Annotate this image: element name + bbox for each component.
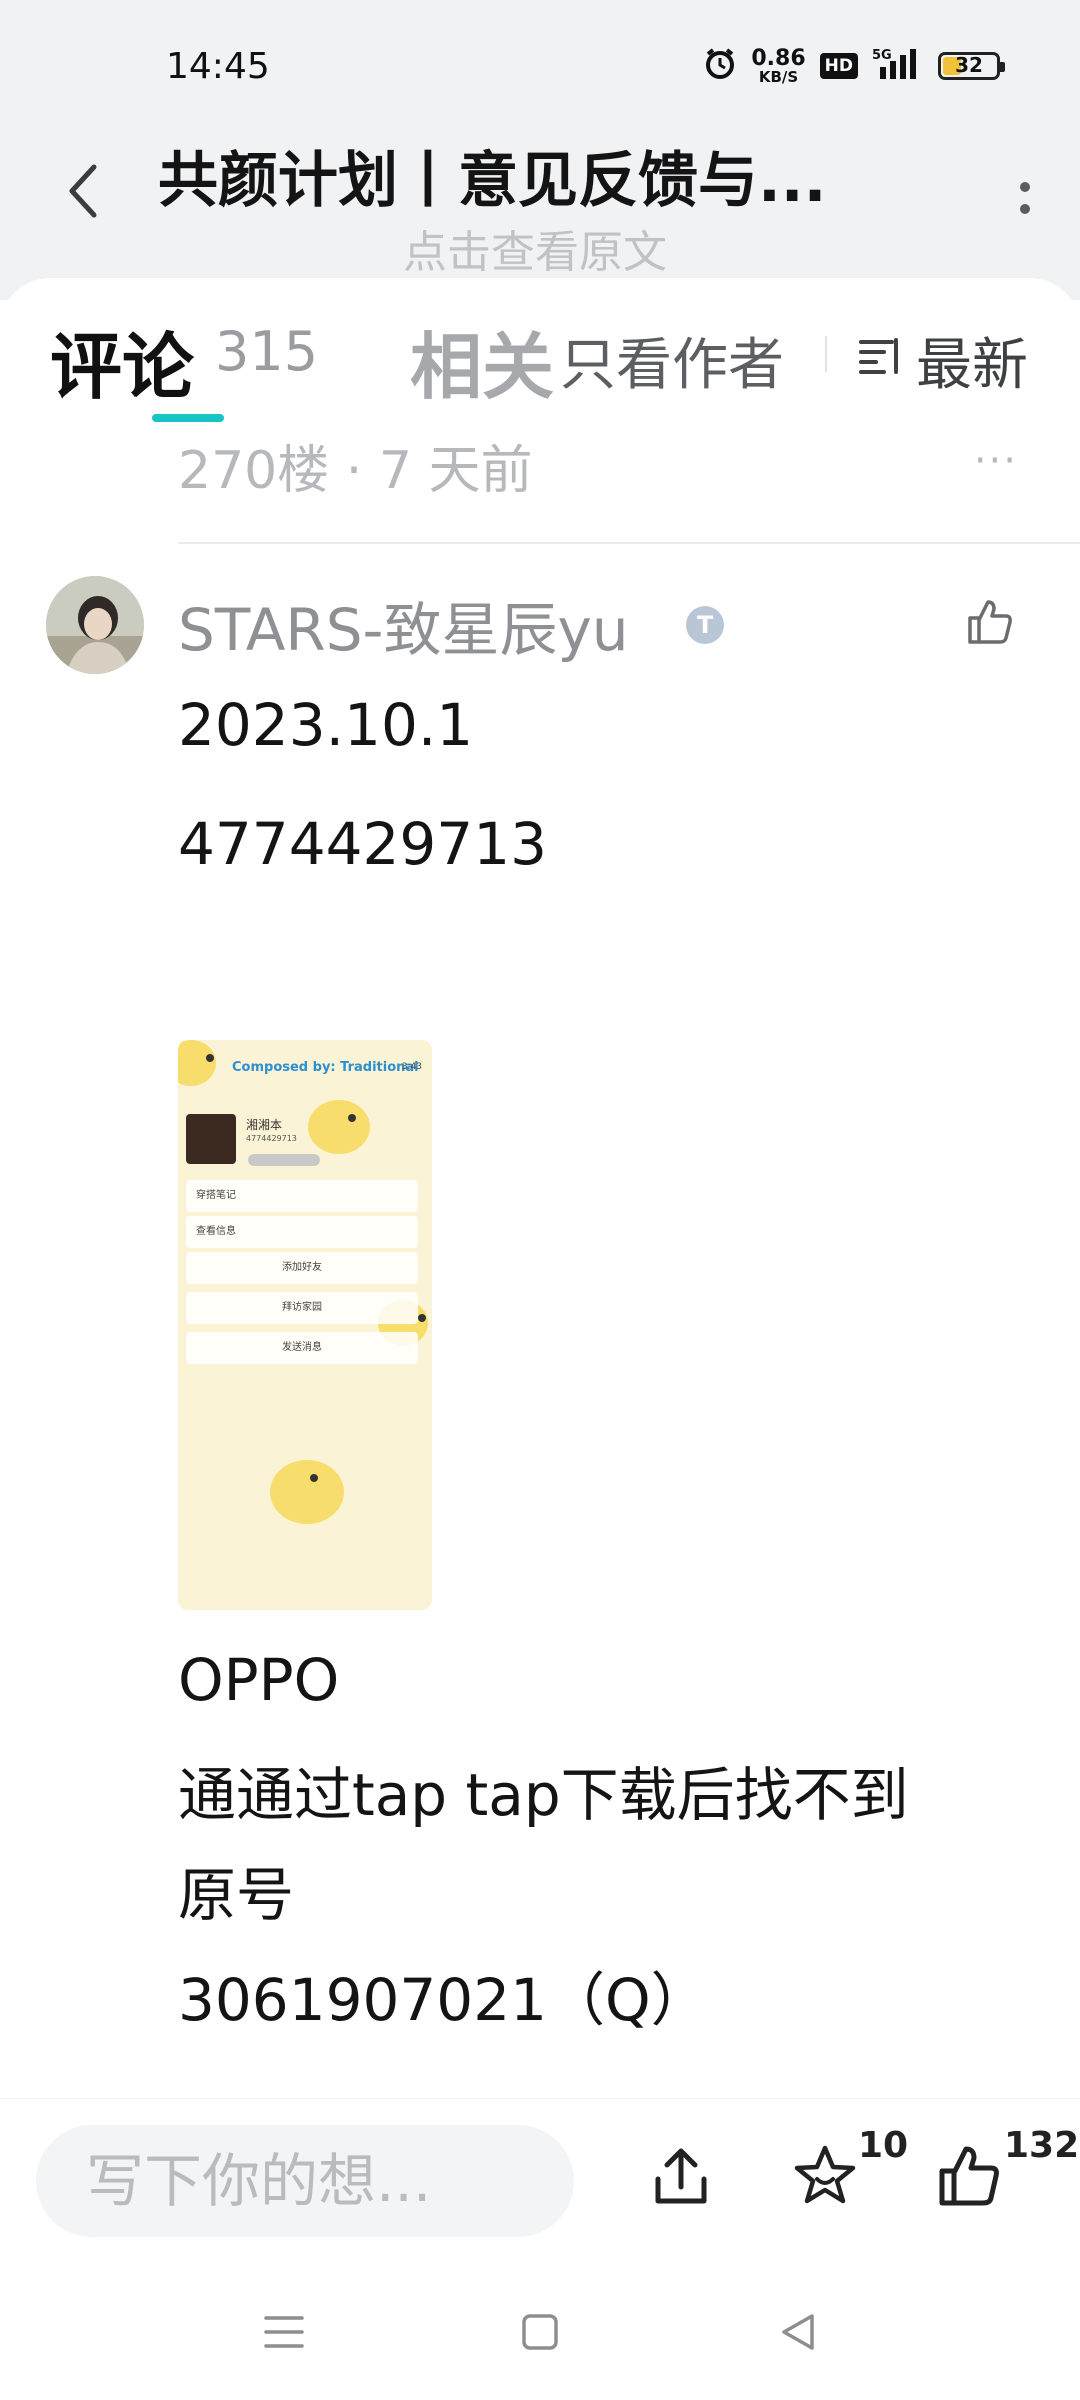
comment-like-button[interactable] — [966, 598, 1014, 650]
status-time: 14:45 — [166, 46, 270, 87]
image-row-3: 添加好友 — [186, 1252, 418, 1284]
author-only-filter[interactable]: 只看作者 — [560, 320, 784, 401]
comments-card: 评论 315 相关 只看作者 最新 270楼 · 7 天前 ··· STARS-… — [0, 278, 1080, 2098]
comment-text-device: OPPO — [178, 1646, 340, 1714]
sort-lines-icon[interactable] — [858, 336, 902, 380]
avatar[interactable] — [46, 576, 144, 674]
back-triangle-icon[interactable] — [778, 2312, 818, 2356]
image-row-5: 发送消息 — [186, 1332, 418, 1364]
user-level-badge: T — [686, 606, 724, 644]
comment-image[interactable]: Composed by: Traditional 3:43 湘湘本 477442… — [178, 1040, 432, 1610]
hd-badge: HD — [819, 53, 858, 79]
image-sub-text: 4774429713 — [246, 1134, 297, 1143]
net-speed-value: 0.86 — [751, 45, 806, 71]
thumbs-up-icon[interactable] — [936, 2143, 1002, 2213]
comment-tabs: 评论 315 相关 只看作者 最新 — [0, 278, 1080, 428]
floor-info: 270楼 · 7 天前 — [178, 441, 533, 501]
star-icon[interactable] — [792, 2143, 858, 2213]
alarm-icon — [703, 47, 737, 85]
bottom-action-bar: 10 132 — [0, 2098, 1080, 2249]
menu-icon[interactable] — [262, 2312, 306, 2356]
comment-input[interactable] — [36, 2125, 574, 2237]
svg-text:5G: 5G — [872, 48, 892, 63]
comment-more-button[interactable]: ··· — [974, 438, 1018, 484]
image-row-1: 穿搭笔记 — [186, 1180, 418, 1212]
page-title[interactable]: 共颜计划丨意见反馈与... — [158, 132, 878, 219]
top-nav: 共颜计划丨意见反馈与... 点击查看原文 — [0, 120, 1080, 278]
filter-divider — [825, 336, 827, 372]
more-button[interactable] — [1000, 168, 1050, 228]
status-bar: 14:45 0.86 KB/S HD 5G 32 — [0, 0, 1080, 130]
home-square-icon[interactable] — [520, 2312, 560, 2356]
comment-text-date: 2023.10.1 — [178, 691, 474, 759]
battery-icon: 32 — [938, 52, 1005, 80]
tab-related[interactable]: 相关 — [410, 308, 554, 413]
more-vertical-icon — [1020, 182, 1030, 214]
username[interactable]: STARS-致星辰yu — [178, 583, 629, 667]
sort-latest[interactable]: 最新 — [916, 320, 1028, 401]
network-speed: 0.86 KB/S — [751, 45, 806, 86]
image-time-text: 3:43 — [401, 1062, 422, 1072]
favorite-count: 10 — [858, 2125, 909, 2166]
comment-text-desc-2: 原号 — [178, 1861, 295, 1929]
battery-level: 32 — [955, 53, 983, 77]
image-pill — [248, 1154, 320, 1166]
active-tab-indicator — [152, 414, 224, 422]
image-row-2: 查看信息 — [186, 1216, 418, 1248]
net-speed-unit: KB/S — [758, 67, 799, 86]
image-header-text: Composed by: Traditional — [232, 1060, 419, 1075]
status-icons: 0.86 KB/S HD 5G 32 — [703, 44, 1005, 88]
image-name-text: 湘湘本 — [246, 1118, 283, 1132]
comment-divider — [178, 542, 1080, 544]
system-nav-bar — [0, 2248, 1080, 2400]
tab-comments[interactable]: 评论 — [50, 308, 194, 413]
floor-info-row: 270楼 · 7 天前 ··· — [178, 428, 1038, 518]
comment-text-id: 4774429713 — [178, 810, 548, 878]
image-avatar — [186, 1114, 236, 1164]
signal-icon: 5G — [872, 47, 924, 85]
like-count: 132 — [1004, 2125, 1080, 2166]
comment-text-desc-1: 通通过tap tap下载后找不到 — [178, 1761, 909, 1829]
comment-text-qq: 3061907021（Q） — [178, 1966, 709, 2034]
share-icon[interactable] — [648, 2145, 714, 2215]
comments-count: 315 — [215, 320, 319, 383]
image-row-4: 拜访家园 — [186, 1292, 418, 1324]
view-original-link[interactable]: 点击查看原文 — [0, 216, 1070, 280]
